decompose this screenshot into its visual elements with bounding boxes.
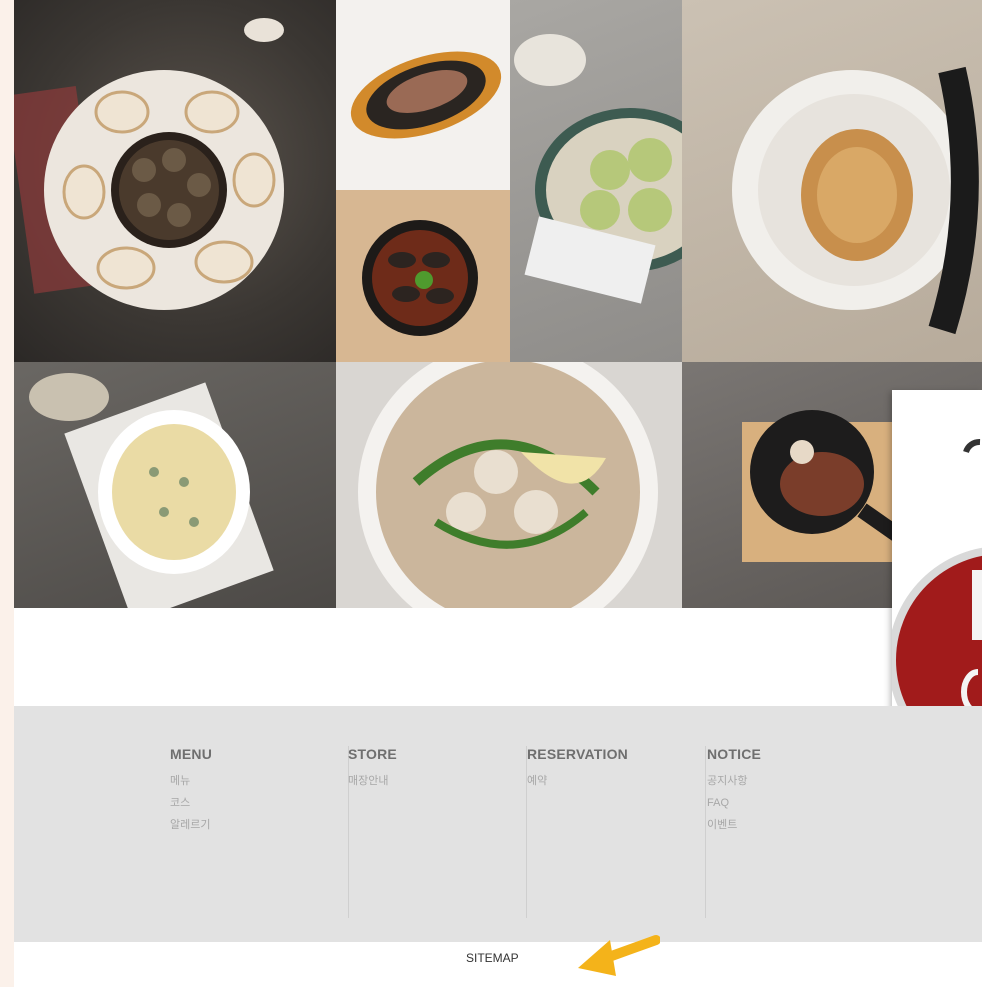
sitemap-button[interactable]: SITEMAP xyxy=(466,951,519,965)
footer-column-store: STORE 매장안내 xyxy=(348,746,527,918)
footer-column-menu: MENU 메뉴 코스 알레르기 xyxy=(170,746,349,918)
pointer-arrow-icon xyxy=(578,935,660,976)
footer-link-course[interactable]: 코스 xyxy=(170,792,348,814)
footer-link-store-info[interactable]: 매장안내 xyxy=(348,770,526,792)
footer-link-notice[interactable]: 공지사항 xyxy=(707,770,885,792)
footer-column-title: NOTICE xyxy=(707,746,762,762)
footer-column-notice: NOTICE 공지사항 FAQ 이벤트 xyxy=(707,746,885,918)
pasta-photo xyxy=(682,0,982,362)
footer-link-menu[interactable]: 메뉴 xyxy=(170,770,348,792)
steak-plate-photo xyxy=(336,0,510,190)
footer-link-allergy[interactable]: 알레르기 xyxy=(170,814,348,836)
footer-sitemap-panel: MENU 메뉴 코스 알레르기 STORE 매장안내 RESERVATION 예… xyxy=(14,706,982,942)
risotto-photo xyxy=(336,362,682,608)
footer-link-faq[interactable]: FAQ xyxy=(707,792,885,814)
salad-photo xyxy=(510,0,682,362)
footer-link-reservation[interactable]: 예약 xyxy=(527,770,705,792)
gratin-photo xyxy=(14,362,336,608)
escargot-dish-photo xyxy=(14,0,336,362)
footer-column-reservation: RESERVATION 예약 xyxy=(527,746,706,918)
footer-column-title: MENU xyxy=(170,746,213,762)
footer-column-title: STORE xyxy=(348,746,397,762)
footer-link-event[interactable]: 이벤트 xyxy=(707,814,885,836)
footer-column-title: RESERVATION xyxy=(527,746,628,762)
mussel-pan-photo xyxy=(336,190,510,362)
